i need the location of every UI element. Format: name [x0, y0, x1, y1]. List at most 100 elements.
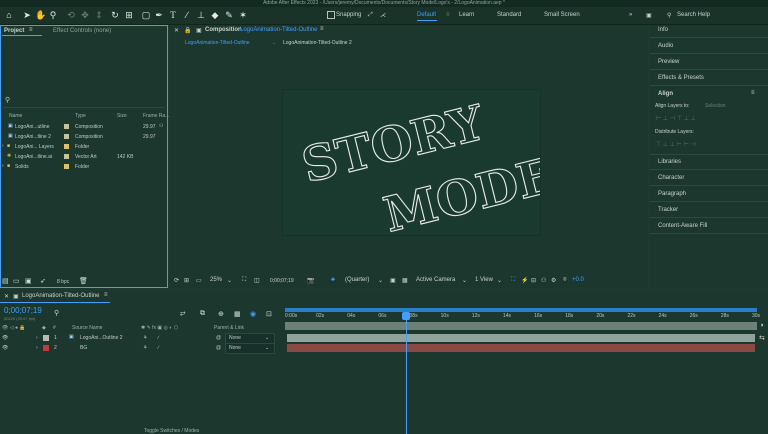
- layer-name[interactable]: BG: [80, 345, 87, 351]
- playhead-line[interactable]: [406, 312, 407, 434]
- shy-switch-icon[interactable]: ⚘: [143, 345, 147, 351]
- frame-blending-icon[interactable]: ▦: [234, 310, 241, 318]
- pen-tool-icon[interactable]: ✒: [154, 10, 164, 20]
- always-preview-icon[interactable]: ⟳: [174, 277, 179, 284]
- fit-icon[interactable]: ⛶: [242, 277, 246, 284]
- tab-menu-icon[interactable]: ≡: [29, 27, 33, 33]
- workspace-standard[interactable]: Standard: [497, 12, 521, 18]
- layer-name[interactable]: LogoAni...Outline 2: [80, 335, 123, 341]
- camera-snapshot-icon[interactable]: 📷: [307, 277, 314, 284]
- layer-label-color[interactable]: [43, 345, 49, 351]
- layer-label-color[interactable]: [43, 335, 49, 341]
- close-icon[interactable]: ✕: [4, 293, 9, 300]
- project-search-icon[interactable]: ⚲: [5, 96, 10, 104]
- timeline-timecode[interactable]: 0;00;07;19: [4, 306, 42, 315]
- comp-button-icon[interactable]: ⇆: [759, 334, 765, 342]
- breadcrumb-item-2[interactable]: LogoAnimation-Tilted-Outline 2: [283, 40, 352, 46]
- col-frame-rate[interactable]: Frame Ra...: [143, 113, 169, 119]
- pickwhip-icon[interactable]: @: [216, 345, 221, 351]
- toggle-switches-modes[interactable]: Toggle Switches / Modes: [144, 428, 199, 434]
- parent-select[interactable]: None ⌄: [225, 343, 275, 354]
- av-switches-icons[interactable]: 👁 ◁ ● 🔒: [2, 325, 26, 331]
- visibility-eye-icon[interactable]: 👁: [2, 345, 8, 351]
- brush-tool-icon[interactable]: ∕: [182, 10, 192, 20]
- col-name[interactable]: Name: [9, 113, 22, 119]
- timeline-search-icon[interactable]: ⚲: [54, 309, 59, 317]
- chevron-down-icon[interactable]: ⌄: [378, 277, 383, 284]
- hand-tool-icon[interactable]: ✋: [35, 10, 46, 20]
- exposure-icon[interactable]: ⌾: [563, 277, 567, 284]
- channel-icon[interactable]: ♣: [331, 277, 335, 283]
- layer-switches-header[interactable]: ✱ ✎ fx ▣ ◎ ◐ ⬡: [141, 325, 178, 331]
- close-icon[interactable]: ✕: [174, 27, 179, 34]
- move-tool-icon[interactable]: ✥: [80, 10, 90, 20]
- pickwhip-icon[interactable]: @: [216, 335, 221, 341]
- motion-blur-icon[interactable]: ◉: [250, 310, 256, 318]
- quality-switch-icon[interactable]: ∕: [158, 345, 159, 351]
- anchor-tool-icon[interactable]: ⊞: [124, 10, 134, 20]
- panel-effects-presets[interactable]: Effects & Presets: [658, 75, 704, 81]
- col-source-name[interactable]: Source Name: [72, 325, 103, 331]
- disclosure-triangle-icon[interactable]: ›: [2, 163, 4, 169]
- flowchart-icon[interactable]: ⚇: [159, 123, 163, 129]
- home-icon[interactable]: ⌂: [4, 10, 14, 20]
- draft-3d-icon[interactable]: ⧉: [200, 310, 205, 318]
- time-navigator-bar[interactable]: [285, 322, 757, 330]
- comp-tab-menu-icon[interactable]: ≡: [320, 26, 324, 32]
- disclosure-triangle-icon[interactable]: ›: [2, 143, 4, 149]
- align-menu-icon[interactable]: ≡: [751, 90, 755, 96]
- col-type[interactable]: Type: [75, 113, 86, 119]
- rotate-tool-icon[interactable]: ↻: [110, 10, 120, 20]
- label-column-icon[interactable]: ◆: [42, 325, 46, 331]
- timeline-tab[interactable]: LogoAnimation-Tilted-Outline: [22, 293, 99, 299]
- chevron-down-icon[interactable]: ⌄: [462, 277, 467, 284]
- workspace-learn[interactable]: Learn: [459, 12, 474, 18]
- panel-libraries[interactable]: Libraries: [658, 159, 681, 165]
- panel-align[interactable]: Align: [658, 91, 673, 97]
- selection-tool-icon[interactable]: ➤: [22, 10, 32, 20]
- playhead-handle[interactable]: [402, 312, 410, 320]
- timeline-tab-menu-icon[interactable]: ≡: [104, 292, 108, 298]
- puppet-tool-icon[interactable]: ✶: [238, 10, 248, 20]
- tab-composition[interactable]: LogoAnimation-Tilted-Outline: [240, 27, 317, 33]
- layer-bar-2[interactable]: [287, 344, 755, 352]
- region-of-interest-icon[interactable]: ▣: [390, 277, 396, 284]
- snap-options-icon[interactable]: ⋌: [380, 12, 386, 19]
- zoom-tool-icon[interactable]: ⚲: [48, 10, 58, 20]
- fast-previews-icon[interactable]: ⚡: [521, 277, 528, 284]
- new-composition-icon[interactable]: ▣: [25, 277, 32, 285]
- zoom-select[interactable]: 25%: [210, 277, 222, 283]
- mask-icon[interactable]: ▭: [196, 277, 202, 284]
- expand-arrow-icon[interactable]: ›: [36, 335, 38, 341]
- panel-info[interactable]: Info: [658, 27, 668, 33]
- workspace-small-screen[interactable]: Small Screen: [544, 12, 580, 18]
- roto-brush-icon[interactable]: ✎: [224, 10, 234, 20]
- graph-editor-icon[interactable]: ⊡: [266, 310, 272, 318]
- exposure-value[interactable]: +0.0: [572, 277, 584, 283]
- breadcrumb-item-1[interactable]: LogoAnimation-Tilted-Outline: [185, 40, 250, 46]
- tab-effect-controls[interactable]: Effect Controls (none): [53, 28, 111, 34]
- align-buttons-row[interactable]: ⊢ ⊥ ⊣ ⊤ ⊥ ⊥: [656, 115, 696, 122]
- comp-timecode[interactable]: 0;00;07;19: [270, 278, 294, 284]
- views-select[interactable]: 1 View: [475, 277, 493, 283]
- distribute-buttons-row[interactable]: ⊤ ⊥ ⊥ ⊢ ⊢ ⊣: [656, 141, 696, 148]
- shy-switch-icon[interactable]: ⚘: [143, 335, 147, 341]
- panel-character[interactable]: Character: [658, 175, 684, 181]
- toggle-pixel-icon[interactable]: ⛶: [511, 277, 515, 284]
- trash-icon[interactable]: 🗑: [79, 277, 88, 285]
- transparency-grid-icon[interactable]: ▦: [402, 277, 408, 284]
- dolly-tool-icon[interactable]: ⇕: [94, 10, 104, 20]
- col-parent-link[interactable]: Parent & Link: [214, 325, 244, 331]
- orbit-tool-icon[interactable]: ⟲: [66, 10, 76, 20]
- workspace-more-icon[interactable]: »: [629, 12, 632, 18]
- work-area-bar[interactable]: [285, 308, 757, 312]
- search-help-field[interactable]: Search Help: [677, 12, 710, 18]
- resolution-select[interactable]: (Quarter): [345, 277, 369, 283]
- panels-icon[interactable]: ▣: [646, 12, 652, 19]
- panel-content-aware-fill[interactable]: Content-Aware Fill: [658, 223, 707, 229]
- quality-switch-icon[interactable]: ∕: [158, 335, 159, 341]
- zoom-end-handle[interactable]: ◗: [760, 322, 764, 329]
- comp-mini-flowchart-icon[interactable]: ⥂: [180, 310, 186, 318]
- lock-icon[interactable]: 🔒: [184, 27, 191, 34]
- project-settings-icon[interactable]: ➶: [40, 277, 46, 285]
